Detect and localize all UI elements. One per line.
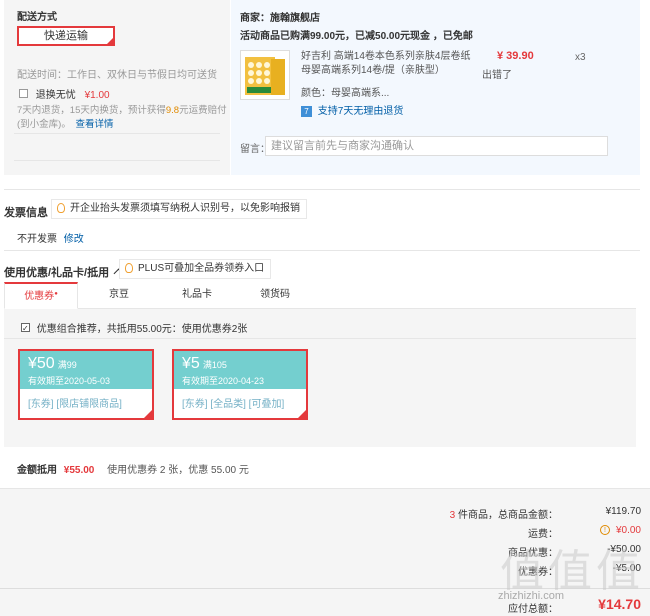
return-desc-text: 7天内退货，15天内换货，预计获得 xyxy=(17,105,166,116)
return-insurance-price: ¥1.00 xyxy=(84,90,110,101)
invoice-status-row: 不开发票 修改 xyxy=(17,230,84,245)
message-input[interactable]: 建议留言前先与商家沟通确认 xyxy=(265,136,608,156)
product-price: ¥ 39.90 xyxy=(497,50,534,62)
coupon-card[interactable]: ¥5 满105 有效期至2020-04-23 [东券] [全品类] [可叠加] xyxy=(172,349,308,420)
divider xyxy=(4,338,636,339)
coupon-header: ¥5 满105 有效期至2020-04-23 xyxy=(174,351,306,389)
lightbulb-icon xyxy=(57,203,65,213)
invoice-status: 不开发票 xyxy=(17,234,57,245)
coupon-tags: [东券] [限店铺限商品] xyxy=(28,399,122,410)
tab-jingdou[interactable]: 京豆 xyxy=(94,282,144,309)
divider xyxy=(14,160,220,161)
return-desc-text-2: 元运费赔付 xyxy=(179,105,227,116)
product-title-line: 母婴高端系列14卷/提（亲肤型） xyxy=(301,65,445,76)
plus-coupon-tip-text: PLUS可叠加全品券领券入口 xyxy=(138,263,265,274)
goods-count-text: 件商品，总商品金额： xyxy=(458,510,558,521)
tab-badge: ● xyxy=(54,291,58,297)
coupon-amount: ¥50 xyxy=(28,355,55,372)
goods-count: 3 xyxy=(449,510,456,521)
color-label: 颜色： xyxy=(301,88,331,99)
deduct-row: 金额抵用 ¥55.00 使用优惠券 2 张，优惠 55.00 元 xyxy=(17,461,249,476)
return-policy-link[interactable]: 支持7天无理由退货 xyxy=(318,106,404,117)
shipping-option-label: 快递运输 xyxy=(44,30,88,42)
product-quantity: x3 xyxy=(575,52,586,63)
selected-corner-icon xyxy=(106,37,114,45)
total-goods-value: ¥119.70 xyxy=(605,506,641,517)
coupon-condition: 满99 xyxy=(57,360,77,370)
return-desc-amount: 9.8 xyxy=(165,105,180,116)
return-insurance-row: 退换无忧 ¥1.00 xyxy=(19,86,110,101)
seller-label: 商家： xyxy=(240,13,270,24)
product-title-line: 好吉利 高端14卷本色系列亲肤4层卷纸 xyxy=(301,51,471,62)
seller-panel: 商家：施翰旗舰店 活动商品已购满99.00元，已减50.00元现金 ，已免邮 好… xyxy=(231,0,640,175)
coupon-condition: 满105 xyxy=(202,360,227,370)
goods-count-row: 3 件商品，总商品金额： xyxy=(450,506,558,521)
coupon-tags: [东券] [全品类] [可叠加] xyxy=(182,399,285,410)
coupon-expiry: 有效期至2020-04-23 xyxy=(182,376,265,386)
selected-check-icon xyxy=(296,408,308,420)
invoice-tip: 开企业抬头发票须填写纳税人识别号，以免影响报销 xyxy=(51,199,307,219)
shipping-panel: 配送方式 快递运输 配送时间：工作日、双休日与节假日均可送货 退换无忧 ¥1.0… xyxy=(4,0,230,175)
selected-check-icon xyxy=(142,408,154,420)
divider xyxy=(4,189,640,190)
divider xyxy=(4,250,640,251)
coupon-card[interactable]: ¥50 满99 有效期至2020-05-03 [东券] [限店铺限商品] xyxy=(18,349,154,420)
combo-note: 优惠组合推荐，共抵用55.00元：使用优惠券2张 xyxy=(36,324,248,335)
coupon-expiry: 有效期至2020-05-03 xyxy=(28,376,111,386)
invoice-edit-link[interactable]: 修改 xyxy=(64,234,84,245)
shipping-title: 配送方式 xyxy=(17,12,57,23)
lightbulb-icon xyxy=(125,263,133,273)
divider xyxy=(14,133,220,134)
view-details-link[interactable]: 查看详情 xyxy=(75,119,113,130)
deduct-note: 使用优惠券 2 张，优惠 55.00 元 xyxy=(107,465,249,476)
tab-pickup-code[interactable]: 领货码 xyxy=(250,282,300,309)
delivery-time-note: 配送时间：工作日、双休日与节假日均可送货 xyxy=(17,70,217,81)
invoice-title: 发票信息 xyxy=(4,207,48,219)
combo-row: 优惠组合推荐，共抵用55.00元：使用优惠券2张 xyxy=(21,320,247,335)
seller-row: 商家：施翰旗舰店 xyxy=(240,9,320,24)
discount-tabs: 优惠券● 京豆 礼品卡 领货码 xyxy=(4,282,636,309)
payable-label: 应付总额： xyxy=(508,604,558,615)
coupon-panel: 优惠组合推荐，共抵用55.00元：使用优惠券2张 ¥50 满99 有效期至202… xyxy=(4,309,636,447)
invoice-tip-text: 开企业抬头发票须填写纳税人识别号，以免影响报销 xyxy=(70,203,300,214)
discount-title-row[interactable]: 使用优惠/礼品卡/抵用 xyxy=(4,264,124,280)
return-desc-text-3: (到小金库)。 xyxy=(17,119,71,130)
coupon-amount: ¥5 xyxy=(182,355,200,372)
discount-title: 使用优惠/礼品卡/抵用 xyxy=(4,267,110,279)
deduct-amount: ¥55.00 xyxy=(63,465,95,476)
shipping-option-express[interactable]: 快递运输 xyxy=(17,26,115,46)
return-insurance-desc: 7天内退货，15天内换货，预计获得9.8元运费赔付 (到小金库)。 查看详情 xyxy=(17,104,229,132)
return-policy-icon: 7 xyxy=(301,106,312,117)
return-policy-row: 7 支持7天无理由退货 xyxy=(301,102,403,117)
promo-text: 活动商品已购满99.00元，已减50.00元现金 ，已免邮 xyxy=(240,31,473,42)
tab-coupons[interactable]: 优惠券● xyxy=(4,282,78,309)
combo-checkbox[interactable] xyxy=(21,323,30,332)
return-insurance-checkbox[interactable] xyxy=(19,89,28,98)
product-title[interactable]: 好吉利 高端14卷本色系列亲肤4层卷纸 母婴高端系列14卷/提（亲肤型） xyxy=(301,50,470,78)
return-insurance-label: 退换无忧 xyxy=(35,90,76,101)
info-icon[interactable]: ! xyxy=(600,525,610,535)
tab-gift-card[interactable]: 礼品卡 xyxy=(172,282,222,309)
product-image[interactable] xyxy=(240,50,290,100)
toilet-paper-image-icon xyxy=(245,57,285,95)
color-value: 母婴高端系... xyxy=(331,88,390,99)
plus-coupon-tip[interactable]: PLUS可叠加全品券领券入口 xyxy=(119,259,272,279)
coupon-header: ¥50 满99 有效期至2020-05-03 xyxy=(20,351,152,389)
tab-label: 优惠券 xyxy=(24,291,55,302)
product-color-row: 颜色：母婴高端系... xyxy=(301,84,389,99)
site-watermark-url: zhizhizhi.com xyxy=(498,590,565,602)
deduct-label: 金额抵用 xyxy=(17,465,57,476)
seller-name[interactable]: 施翰旗舰店 xyxy=(270,13,320,24)
stock-status: 出错了 xyxy=(482,70,512,81)
